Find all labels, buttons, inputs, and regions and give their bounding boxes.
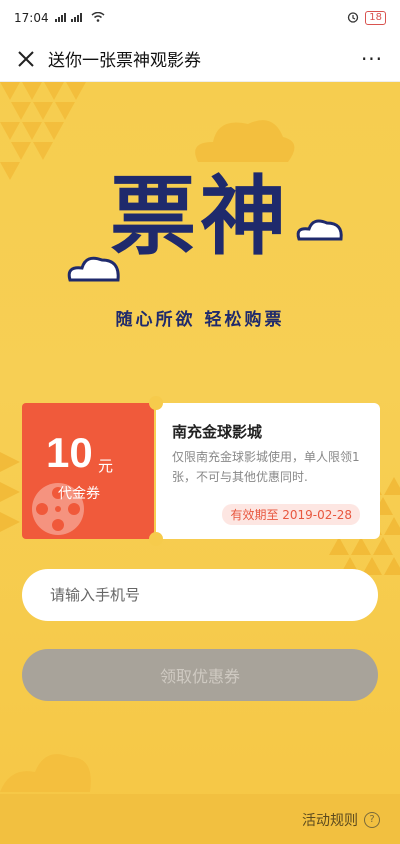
cloud-icon (195, 120, 295, 162)
page-title: 送你一张票神观影券 (48, 51, 201, 71)
brand-logo-text: 票神 (110, 166, 290, 267)
coupon-amount: 10 (46, 429, 93, 476)
brand-logo: 票神 (0, 167, 400, 267)
status-bar: 17:04 18 (0, 0, 400, 36)
brand-slogan: 随心所欲 轻松购票 (115, 310, 285, 330)
phone-field[interactable] (22, 569, 378, 621)
more-menu-button[interactable]: ··· (356, 47, 388, 71)
app-header: 送你一张票神观影券 ··· (0, 36, 400, 82)
claim-coupon-button[interactable]: 领取优惠券 (22, 649, 378, 701)
close-button[interactable] (12, 45, 40, 73)
coupon-unit: 元 (98, 457, 114, 475)
help-icon: ? (364, 812, 380, 828)
coupon-notch (149, 396, 163, 410)
cinema-name: 南充金球影城 (172, 423, 263, 441)
signal-icon (54, 11, 85, 25)
status-time: 17:04 (14, 11, 49, 25)
phone-input[interactable] (48, 585, 352, 605)
footer-bar: 活动规则 ? (0, 794, 400, 844)
coupon-value-panel: 10 元 代金券 (22, 403, 154, 539)
coupon-description: 仅限南充金球影城使用，单人限领1张，不可与其他优惠同时. (172, 450, 360, 484)
cloud-icon (0, 754, 91, 792)
main-content: 票神 随心所欲 轻松购票 10 元 代金券 南充金球影城 仅限南充金球影城使用，… (0, 82, 400, 844)
coupon-notch (149, 532, 163, 546)
status-left: 17:04 (14, 11, 105, 25)
close-icon (18, 50, 34, 67)
activity-rules-label: 活动规则 (302, 813, 358, 829)
battery-indicator: 18 (365, 11, 386, 25)
wifi-icon (91, 11, 105, 25)
coupon-type: 代金券 (58, 486, 100, 502)
coupon-card: 10 元 代金券 南充金球影城 仅限南充金球影城使用，单人限领1张，不可与其他优… (22, 396, 380, 546)
status-right: 18 (347, 11, 386, 26)
expiry-badge: 有效期至 2019-02-28 (222, 504, 360, 525)
alarm-icon (347, 11, 359, 26)
activity-rules-link[interactable]: 活动规则 ? (302, 810, 380, 830)
coupon-detail-panel: 南充金球影城 仅限南充金球影城使用，单人限领1张，不可与其他优惠同时. 有效期至… (156, 403, 380, 539)
